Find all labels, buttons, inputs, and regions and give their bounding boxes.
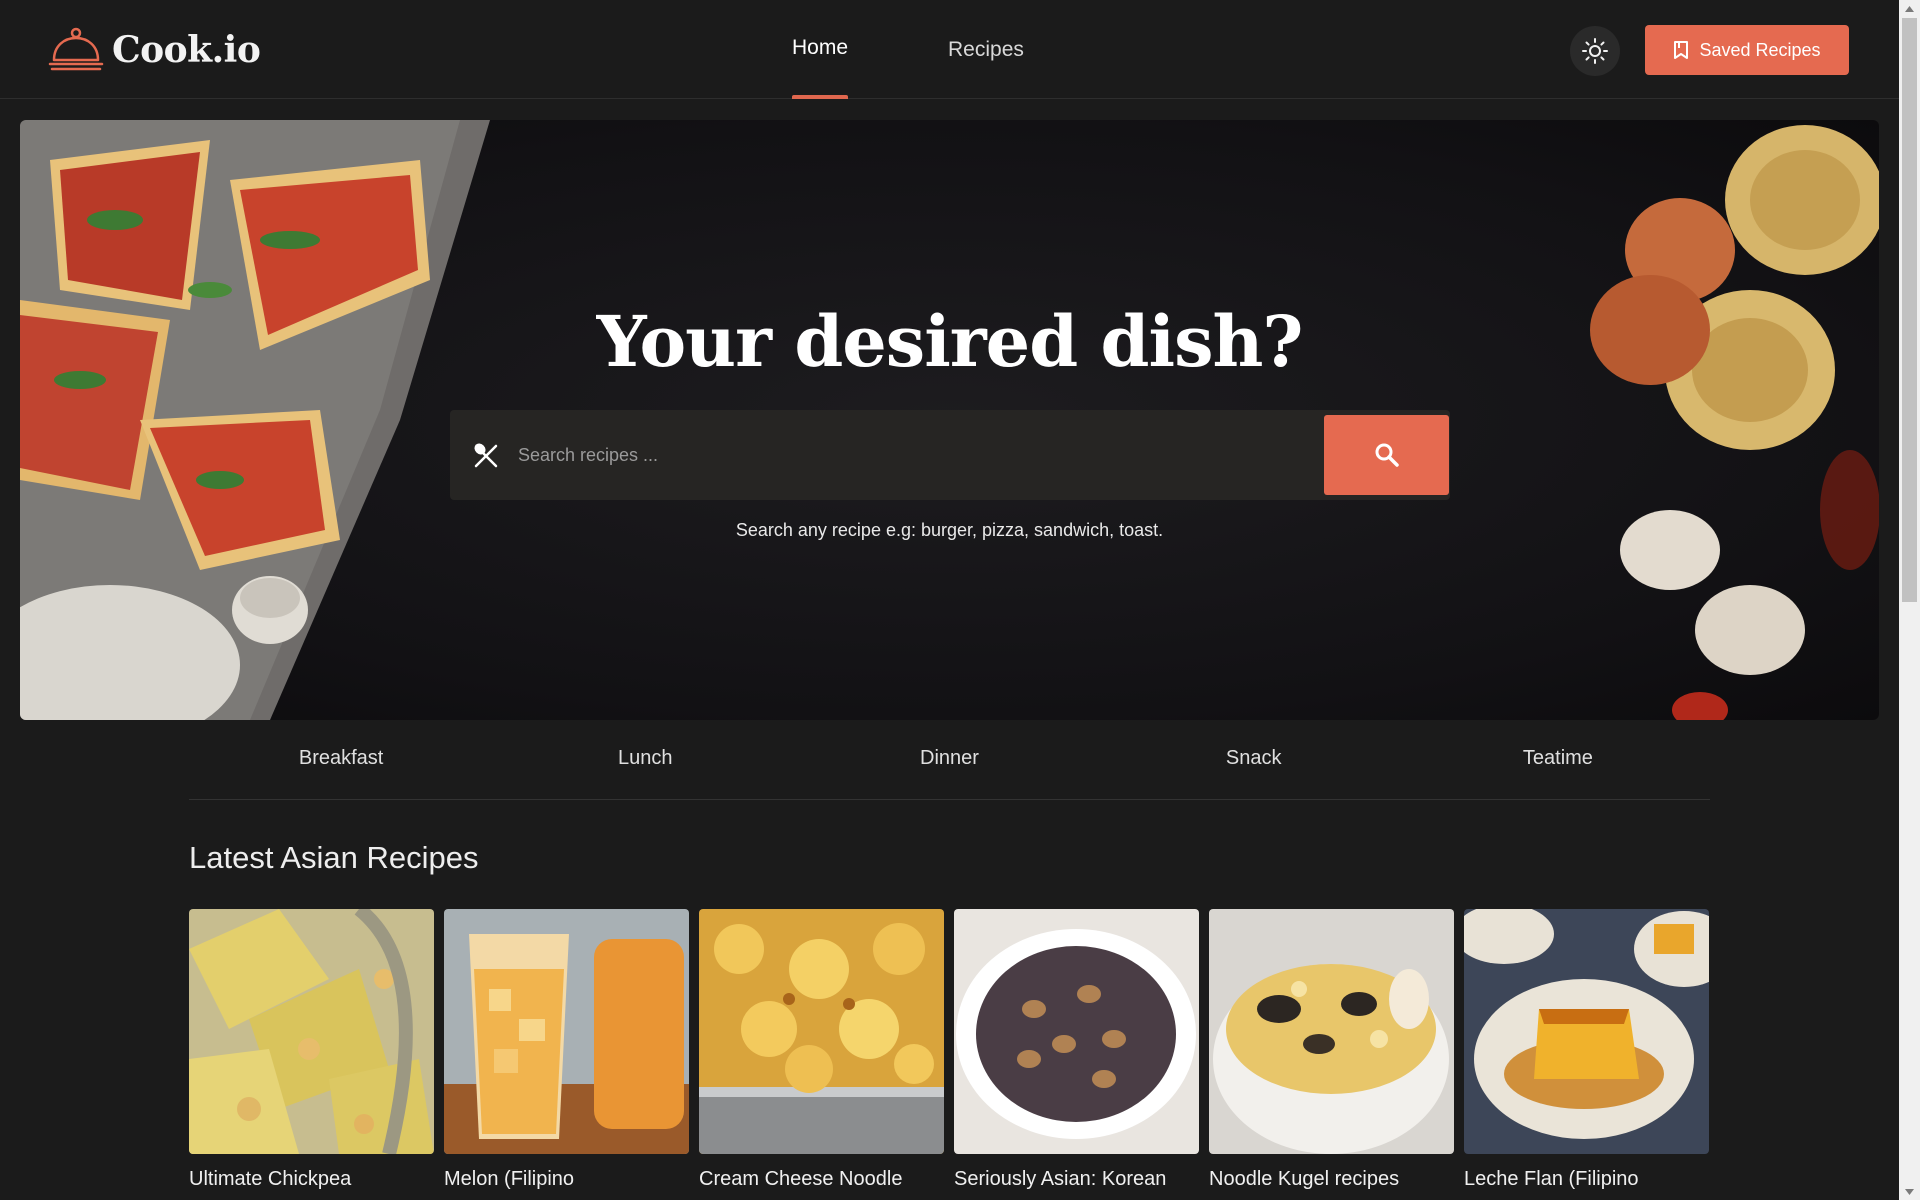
recipe-title[interactable]: Cream Cheese Noodle bbox=[699, 1168, 944, 1191]
tab-teatime[interactable]: Teatime bbox=[1406, 735, 1710, 799]
recipe-image[interactable] bbox=[954, 909, 1199, 1154]
search-hint: Search any recipe e.g: burger, pizza, sa… bbox=[735, 520, 1164, 540]
tab-lunch[interactable]: Lunch bbox=[493, 735, 797, 799]
hero-banner: Your desired dish? Search any recipe e.g… bbox=[20, 120, 1879, 720]
nav-home[interactable]: Home bbox=[792, 36, 848, 60]
page-scrollbar[interactable] bbox=[1899, 0, 1920, 1200]
search-button[interactable] bbox=[1324, 415, 1449, 495]
recipe-card[interactable]: Ultimate Chickpea bbox=[189, 909, 434, 1191]
tab-breakfast[interactable]: Breakfast bbox=[189, 735, 493, 799]
recipe-card-list: Ultimate Chickpea Melon (Filipino Cream … bbox=[189, 909, 1710, 1200]
recipe-card[interactable]: Cream Cheese Noodle bbox=[699, 909, 944, 1191]
saved-recipes-label: Saved Recipes bbox=[1699, 39, 1821, 60]
sun-icon bbox=[1582, 38, 1608, 64]
meal-type-tabs: Breakfast Lunch Dinner Snack Teatime bbox=[189, 735, 1710, 800]
nav-active-indicator bbox=[792, 95, 848, 99]
search-bar bbox=[450, 410, 1450, 500]
recipe-image[interactable] bbox=[189, 909, 434, 1154]
tab-dinner[interactable]: Dinner bbox=[797, 735, 1101, 799]
section-title: Latest Asian Recipes bbox=[189, 840, 479, 875]
scroll-up-arrow-icon[interactable] bbox=[1899, 0, 1920, 17]
tab-snack[interactable]: Snack bbox=[1102, 735, 1406, 799]
recipe-image[interactable] bbox=[444, 909, 689, 1154]
recipe-title[interactable]: Seriously Asian: Korean bbox=[954, 1168, 1199, 1191]
hero-title: Your desired dish? bbox=[596, 300, 1304, 383]
cloche-icon bbox=[48, 27, 104, 71]
recipe-card[interactable]: Seriously Asian: Korean bbox=[954, 909, 1199, 1191]
recipe-title[interactable]: Leche Flan (Filipino bbox=[1464, 1168, 1709, 1191]
site-header: Cook.io Home Recipes Saved Recipes bbox=[0, 0, 1899, 99]
recipe-image[interactable] bbox=[1209, 909, 1454, 1154]
recipe-card[interactable]: Noodle Kugel recipes bbox=[1209, 909, 1454, 1191]
bookmark-icon bbox=[1674, 41, 1689, 59]
scroll-down-arrow-icon[interactable] bbox=[1899, 1183, 1920, 1200]
logo[interactable]: Cook.io bbox=[48, 26, 261, 72]
recipe-card[interactable]: Melon (Filipino bbox=[444, 909, 689, 1191]
recipe-image[interactable] bbox=[1464, 909, 1709, 1154]
scrollbar-thumb[interactable] bbox=[1902, 18, 1917, 602]
search-input[interactable] bbox=[518, 430, 1318, 480]
logo-text: Cook.io bbox=[112, 29, 261, 71]
saved-recipes-button[interactable]: Saved Recipes bbox=[1645, 25, 1849, 75]
recipe-title[interactable]: Melon (Filipino bbox=[444, 1168, 689, 1191]
nav-recipes[interactable]: Recipes bbox=[948, 38, 1024, 62]
theme-toggle-button[interactable] bbox=[1570, 26, 1620, 76]
search-icon bbox=[1375, 443, 1399, 467]
recipe-title[interactable]: Ultimate Chickpea bbox=[189, 1168, 434, 1191]
recipe-title[interactable]: Noodle Kugel recipes bbox=[1209, 1168, 1454, 1191]
utensils-icon bbox=[474, 443, 498, 468]
recipe-card[interactable]: Leche Flan (Filipino bbox=[1464, 909, 1709, 1191]
recipe-image[interactable] bbox=[699, 909, 944, 1154]
